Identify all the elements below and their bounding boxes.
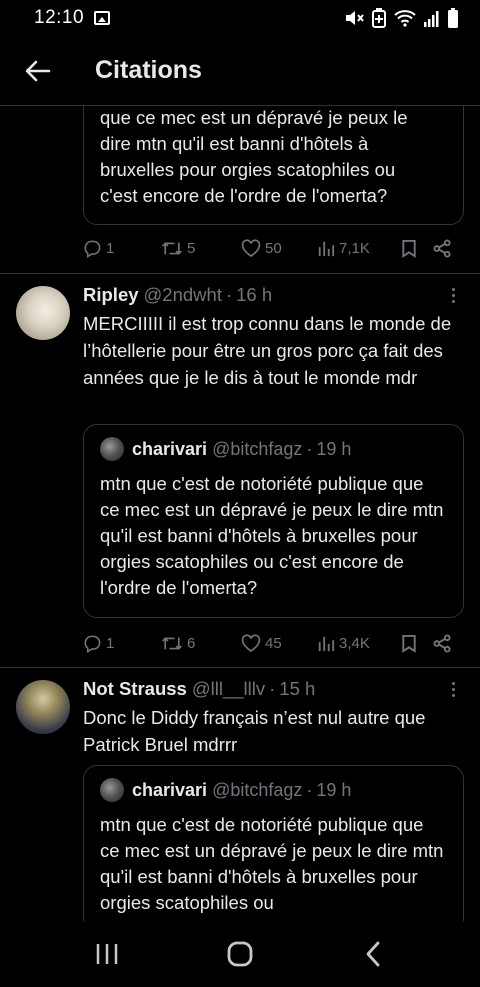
gallery-icon [94, 11, 111, 25]
reply-count: 1 [106, 634, 115, 652]
views-button[interactable]: 3,4K [317, 634, 401, 652]
status-time: 12:10 [34, 7, 85, 28]
back-icon [366, 941, 380, 967]
tweet-time[interactable]: 15 h [279, 678, 315, 700]
wifi-icon [394, 10, 416, 27]
author-name[interactable]: Not Strauss [83, 678, 187, 700]
quoted-avatar [100, 778, 124, 802]
quoted-tweet-card[interactable]: que ce mec est un dépravé je peux le dir… [83, 106, 464, 225]
reply-icon [84, 240, 101, 258]
share-button[interactable] [433, 238, 452, 258]
status-bar: 12:10 [0, 0, 480, 36]
share-icon [433, 238, 451, 258]
tweet-text: Donc le Diddy français n’est nul autre q… [83, 707, 426, 755]
reply-button[interactable]: 1 [83, 239, 161, 258]
quoted-tweet-card[interactable]: charivari @bitchfagz · 19 h mtn que c'es… [83, 424, 464, 618]
quoted-tweet-text: que ce mec est un dépravé je peux le dir… [100, 107, 408, 206]
quoted-tweet-time: 19 h [316, 438, 352, 459]
tweet-actions: 1 6 45 3,4K [83, 625, 464, 661]
retweet-count: 6 [187, 634, 196, 652]
quoted-author-handle: @bitchfagz [212, 438, 303, 459]
author-name[interactable]: Ripley [83, 284, 139, 306]
bookmark-button[interactable] [401, 239, 433, 258]
tweet-actions: 1 5 50 7,1K [83, 230, 464, 266]
reply-button[interactable]: 1 [83, 634, 161, 653]
views-icon [318, 241, 335, 257]
retweet-count: 5 [187, 239, 196, 257]
mute-icon [346, 11, 364, 25]
home-icon [227, 941, 253, 967]
views-count: 3,4K [339, 634, 370, 652]
author-handle[interactable]: @2ndwht [144, 284, 222, 306]
bookmark-icon [402, 634, 416, 653]
like-button[interactable]: 50 [241, 238, 317, 258]
retweet-icon [162, 636, 182, 650]
quoted-author-handle: @bitchfagz [212, 779, 303, 800]
quoted-tweet-header: charivari @bitchfagz · 19 h [100, 437, 447, 461]
like-count: 50 [265, 239, 282, 257]
quoted-author-name: charivari [132, 438, 208, 459]
tweet-partial[interactable]: que ce mec est un dépravé je peux le dir… [0, 106, 480, 274]
like-button[interactable]: 45 [241, 633, 317, 653]
like-count: 45 [265, 634, 282, 652]
recents-button[interactable] [77, 929, 137, 979]
like-icon [241, 633, 261, 652]
retweet-button[interactable]: 5 [161, 239, 241, 258]
bookmark-button[interactable] [401, 634, 433, 653]
share-button[interactable] [433, 633, 452, 653]
separator-dot: · [306, 779, 313, 800]
top-app-bar: Citations [0, 36, 480, 106]
quoted-tweet-card[interactable]: charivari @bitchfagz · 19 h mtn que c'es… [83, 765, 464, 921]
bookmark-icon [402, 239, 416, 258]
quoted-tweet-time: 19 h [316, 779, 352, 800]
more-options-icon[interactable] [450, 682, 456, 700]
battery-icon [448, 8, 458, 28]
tweet-time[interactable]: 16 h [236, 284, 272, 306]
views-count: 7,1K [339, 239, 370, 257]
quoted-avatar [100, 437, 124, 461]
system-back-button[interactable] [343, 929, 403, 979]
system-nav-bar [0, 921, 480, 987]
status-icons [344, 8, 458, 28]
views-button[interactable]: 7,1K [317, 239, 401, 257]
share-icon [433, 633, 451, 653]
quotes-feed[interactable]: que ce mec est un dépravé je peux le dir… [0, 106, 480, 921]
avatar[interactable] [16, 286, 70, 340]
reply-icon [84, 635, 101, 653]
quoted-tweet-text: mtn que c'est de notoriété publique que … [100, 473, 444, 598]
retweet-icon [162, 241, 182, 255]
recents-icon [96, 944, 117, 964]
tweet-header: Ripley @2ndwht · 16 h [83, 284, 272, 306]
back-button[interactable] [18, 51, 58, 91]
retweet-button[interactable]: 6 [161, 634, 241, 653]
like-icon [241, 238, 261, 257]
separator-dot: · [306, 438, 313, 459]
author-handle[interactable]: @lll__lllv [192, 678, 265, 700]
quoted-tweet-header: charivari @bitchfagz · 19 h [100, 778, 447, 802]
more-options-icon[interactable] [450, 288, 456, 306]
tweet[interactable]: Ripley @2ndwht · 16 h MERCIIIII il est t… [0, 274, 480, 668]
tweet-text: MERCIIIII il est trop connu dans le mond… [83, 313, 452, 388]
battery-saver-icon [372, 8, 386, 28]
home-button[interactable] [210, 929, 270, 979]
quoted-tweet-text: mtn que c'est de notoriété publique que … [100, 814, 444, 913]
signal-icon [424, 11, 439, 27]
separator-dot: · [269, 678, 276, 699]
tweet[interactable]: Not Strauss @lll__lllv · 15 h Donc le Di… [0, 668, 480, 921]
reply-count: 1 [106, 239, 115, 257]
page-title: Citations [95, 56, 202, 84]
views-icon [318, 636, 335, 652]
tweet-header: Not Strauss @lll__lllv · 15 h [83, 678, 315, 700]
arrow-left-icon [25, 60, 51, 81]
separator-dot: · [225, 284, 233, 305]
avatar[interactable] [16, 680, 70, 734]
quoted-author-name: charivari [132, 779, 208, 800]
